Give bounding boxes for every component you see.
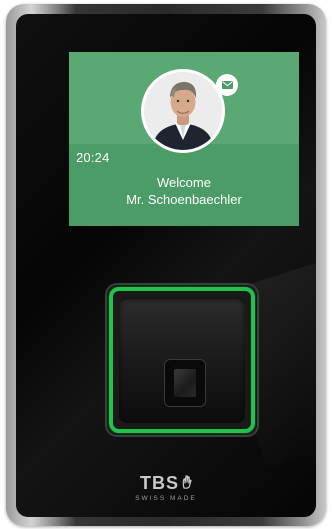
brand-tagline: SWISS MADE — [135, 495, 197, 502]
finger-guide-well — [119, 297, 245, 423]
mail-icon — [221, 76, 233, 94]
clock-time: 20:24 — [76, 150, 110, 165]
fingerprint-reader[interactable] — [105, 283, 259, 437]
user-photo-avatar — [141, 69, 225, 153]
tbs-hand-icon — [182, 473, 192, 494]
welcome-user-name: Mr. Schoenbaechler — [126, 192, 242, 207]
welcome-greeting: Welcome — [157, 175, 211, 190]
brand-name: TBS — [140, 473, 179, 493]
welcome-message: Welcome Mr. Schoenbaechler — [69, 174, 299, 208]
biometric-terminal: 20:24 Welcome Mr. Schoenbaechler TBS SWI… — [6, 4, 326, 526]
mail-notification-badge — [216, 74, 238, 96]
sensor-glass — [174, 369, 196, 397]
fingerprint-sensor[interactable] — [164, 359, 206, 407]
brand-logo: TBS SWISS MADE — [16, 473, 316, 502]
display-screen: 20:24 Welcome Mr. Schoenbaechler — [69, 52, 299, 226]
terminal-front-panel: 20:24 Welcome Mr. Schoenbaechler TBS SWI… — [16, 14, 316, 517]
